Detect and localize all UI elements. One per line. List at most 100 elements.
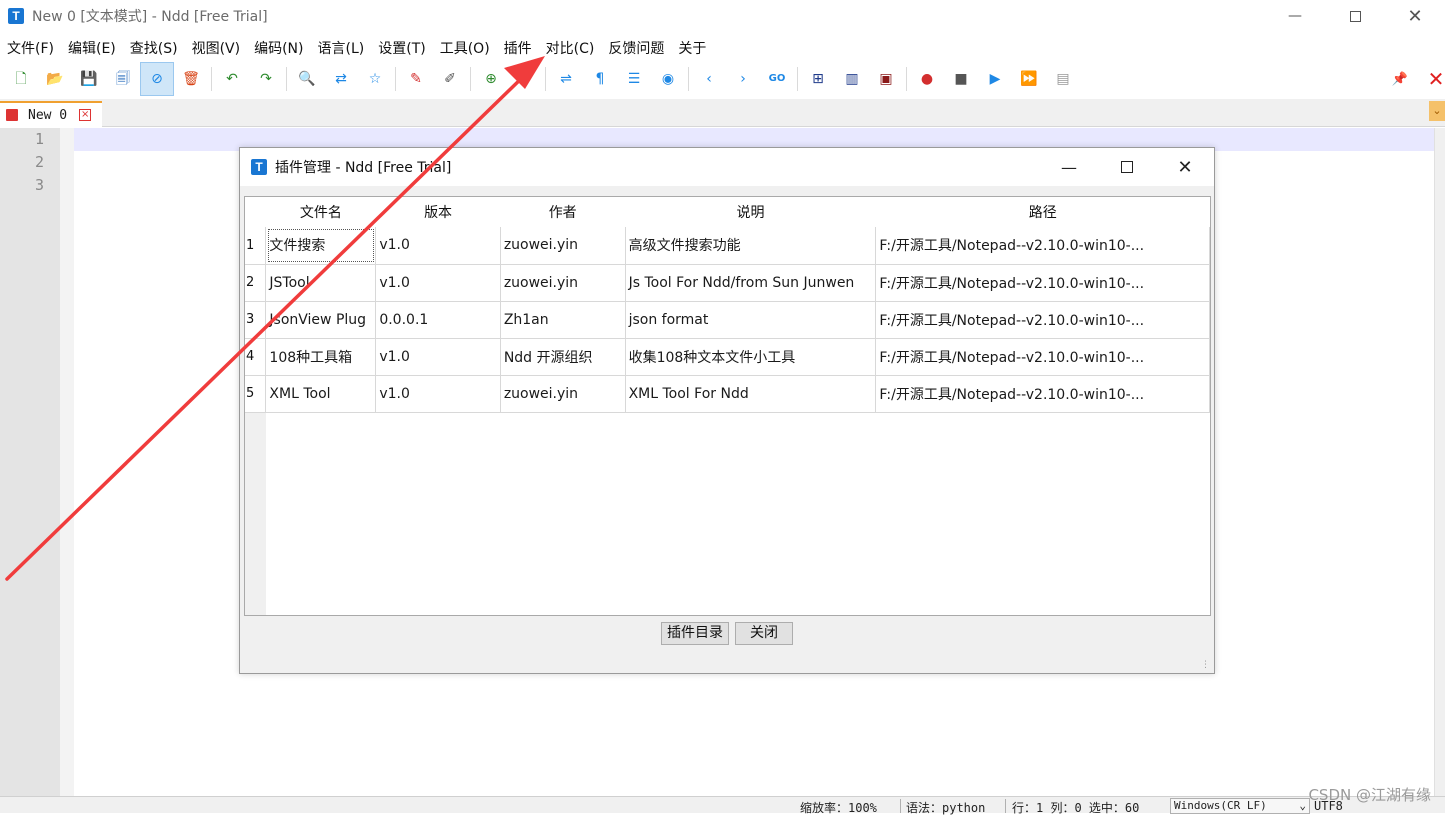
compare-button[interactable]: ⊞: [801, 62, 835, 96]
new-file-button[interactable]: 🗋: [4, 62, 38, 96]
menu-item-6[interactable]: 设置(T): [371, 38, 432, 58]
cell-version[interactable]: v1.0: [375, 264, 501, 302]
line-ending-select[interactable]: Windows(CR LF) ⌄: [1170, 798, 1310, 814]
cell-path[interactable]: F:/开源工具/Notepad--v2.10.0-win10-...: [875, 375, 1210, 413]
play-multi-icon: ⏩: [1020, 71, 1038, 87]
menu-item-8[interactable]: 插件: [497, 38, 539, 58]
undo-icon: ↶: [226, 71, 238, 87]
menu-item-10[interactable]: 反馈问题: [601, 38, 671, 58]
menu-item-0[interactable]: 文件(F): [0, 38, 61, 58]
line-ending-value: Windows(CR LF): [1174, 799, 1267, 812]
dialog-maximize-button[interactable]: [1098, 148, 1156, 186]
stop-button[interactable]: ■: [944, 62, 978, 96]
menu-item-2[interactable]: 查找(S): [123, 38, 185, 58]
dialog-close-text-button[interactable]: 关闭: [735, 622, 793, 645]
cell-path[interactable]: F:/开源工具/Notepad--v2.10.0-win10-...: [875, 227, 1210, 265]
tab-new-0[interactable]: New 0 ×: [0, 101, 102, 127]
menu-item-7[interactable]: 工具(O): [433, 38, 497, 58]
show-symbols-button[interactable]: ¶: [583, 62, 617, 96]
monitor-button[interactable]: ▣: [869, 62, 903, 96]
save-macro-button[interactable]: ▤: [1046, 62, 1080, 96]
menu-item-1[interactable]: 编辑(E): [61, 38, 123, 58]
menu-item-3[interactable]: 视图(V): [185, 38, 248, 58]
open-file-button[interactable]: 📂: [38, 62, 72, 96]
cell-version[interactable]: v1.0: [375, 227, 501, 265]
cell-author[interactable]: Zh1an: [500, 301, 626, 339]
menu-item-5[interactable]: 语言(L): [311, 38, 372, 58]
column-header-description[interactable]: 说明: [625, 197, 876, 227]
cell-version[interactable]: v1.0: [375, 375, 501, 413]
cell-path[interactable]: F:/开源工具/Notepad--v2.10.0-win10-...: [875, 301, 1210, 339]
tab-list-dropdown-icon[interactable]: ⌄: [1429, 101, 1445, 121]
table-row[interactable]: 3 JsonView Plug 0.0.0.1 Zh1an json format F:/…: [245, 301, 1210, 339]
pin-button[interactable]: 📌: [1388, 67, 1412, 91]
clear-mark-button[interactable]: ✐: [433, 62, 467, 96]
vertical-scrollbar[interactable]: [1434, 128, 1445, 796]
cell-description[interactable]: json format: [625, 301, 877, 339]
cell-description[interactable]: Js Tool For Ndd/from Sun Junwen: [625, 264, 877, 302]
next-button[interactable]: ›: [726, 62, 760, 96]
dialog-close-button[interactable]: ✕: [1156, 148, 1214, 186]
split-button[interactable]: ▥: [835, 62, 869, 96]
maximize-button[interactable]: [1325, 0, 1385, 32]
zoom-out-button[interactable]: ⊖: [508, 62, 542, 96]
row-number: 2: [245, 264, 267, 302]
cell-path[interactable]: F:/开源工具/Notepad--v2.10.0-win10-...: [875, 338, 1210, 376]
save-button[interactable]: 💾: [72, 62, 106, 96]
mark-button[interactable]: ✎: [399, 62, 433, 96]
goto-button[interactable]: GO: [760, 62, 794, 96]
cell-author[interactable]: zuowei.yin: [500, 264, 626, 302]
save-all-button[interactable]: 🗐: [106, 62, 140, 96]
cell-version[interactable]: v1.0: [375, 338, 501, 376]
undo-button[interactable]: ↶: [215, 62, 249, 96]
column-header-author[interactable]: 作者: [500, 197, 626, 227]
target-button[interactable]: ◉: [651, 62, 685, 96]
cell-description[interactable]: 收集108种文本文件小工具: [625, 338, 877, 376]
redo-button[interactable]: ↷: [249, 62, 283, 96]
indent-guide-button[interactable]: ☰: [617, 62, 651, 96]
menu-item-9[interactable]: 对比(C): [539, 38, 602, 58]
minimize-button[interactable]: —: [1265, 0, 1325, 32]
column-header-path[interactable]: 路径: [875, 197, 1210, 227]
table-row[interactable]: 4 108种工具箱 v1.0 Ndd 开源组织 收集108种文本文件小工具 F:/开源工具…: [245, 338, 1210, 376]
table-row[interactable]: 2 JSTool v1.0 zuowei.yin Js Tool For Ndd/fro…: [245, 264, 1210, 302]
zoom-status: 缩放率：100%: [800, 801, 877, 815]
cell-description[interactable]: 高级文件搜索功能: [625, 227, 877, 265]
column-header-version[interactable]: 版本: [375, 197, 501, 227]
play-multi-button[interactable]: ⏩: [1012, 62, 1046, 96]
table-row[interactable]: 1 文件搜索 v1.0 zuowei.yin 高级文件搜索功能 F:/开源工具/Notep…: [245, 227, 1210, 265]
replace-button[interactable]: ⇄: [324, 62, 358, 96]
menu-item-4[interactable]: 编码(N): [247, 38, 310, 58]
menu-item-11[interactable]: 关于: [671, 38, 713, 58]
close-file-button[interactable]: 🗑: [174, 62, 208, 96]
close-window-button[interactable]: ✕: [1385, 0, 1445, 32]
readonly-button[interactable]: ⊘: [140, 62, 174, 96]
play-button[interactable]: ▶: [978, 62, 1012, 96]
cell-filename[interactable]: 108种工具箱: [265, 338, 377, 376]
cell-author[interactable]: zuowei.yin: [500, 227, 626, 265]
cell-description[interactable]: XML Tool For Ndd: [625, 375, 877, 413]
record-button[interactable]: ●: [910, 62, 944, 96]
cell-author[interactable]: zuowei.yin: [500, 375, 626, 413]
cell-filename[interactable]: XML Tool: [265, 375, 377, 413]
zoom-in-button[interactable]: ⊕: [474, 62, 508, 96]
toolbar-separator: [545, 67, 546, 91]
resize-grip-icon[interactable]: ⋮: [1201, 660, 1211, 670]
find-button[interactable]: 🔍: [290, 62, 324, 96]
cell-version[interactable]: 0.0.0.1: [375, 301, 501, 339]
minimize-icon: —: [1061, 157, 1077, 177]
plugin-directory-button[interactable]: 插件目录: [661, 622, 729, 645]
cell-filename[interactable]: JsonView Plug: [265, 301, 377, 339]
close-toolbar-button[interactable]: ✕: [1424, 66, 1445, 92]
cell-author[interactable]: Ndd 开源组织: [500, 338, 626, 376]
prev-button[interactable]: ‹: [692, 62, 726, 96]
tab-close-icon[interactable]: ×: [79, 109, 92, 121]
table-row[interactable]: 5 XML Tool v1.0 zuowei.yin XML Tool For Ndd F…: [245, 375, 1210, 413]
dialog-minimize-button[interactable]: —: [1040, 148, 1098, 186]
cell-filename[interactable]: JSTool: [265, 264, 377, 302]
cell-path[interactable]: F:/开源工具/Notepad--v2.10.0-win10-...: [875, 264, 1210, 302]
cell-filename[interactable]: 文件搜索: [265, 227, 377, 265]
wrap-button[interactable]: ⇌: [549, 62, 583, 96]
bookmark-button[interactable]: ☆: [358, 62, 392, 96]
column-header-filename[interactable]: 文件名: [265, 197, 376, 227]
